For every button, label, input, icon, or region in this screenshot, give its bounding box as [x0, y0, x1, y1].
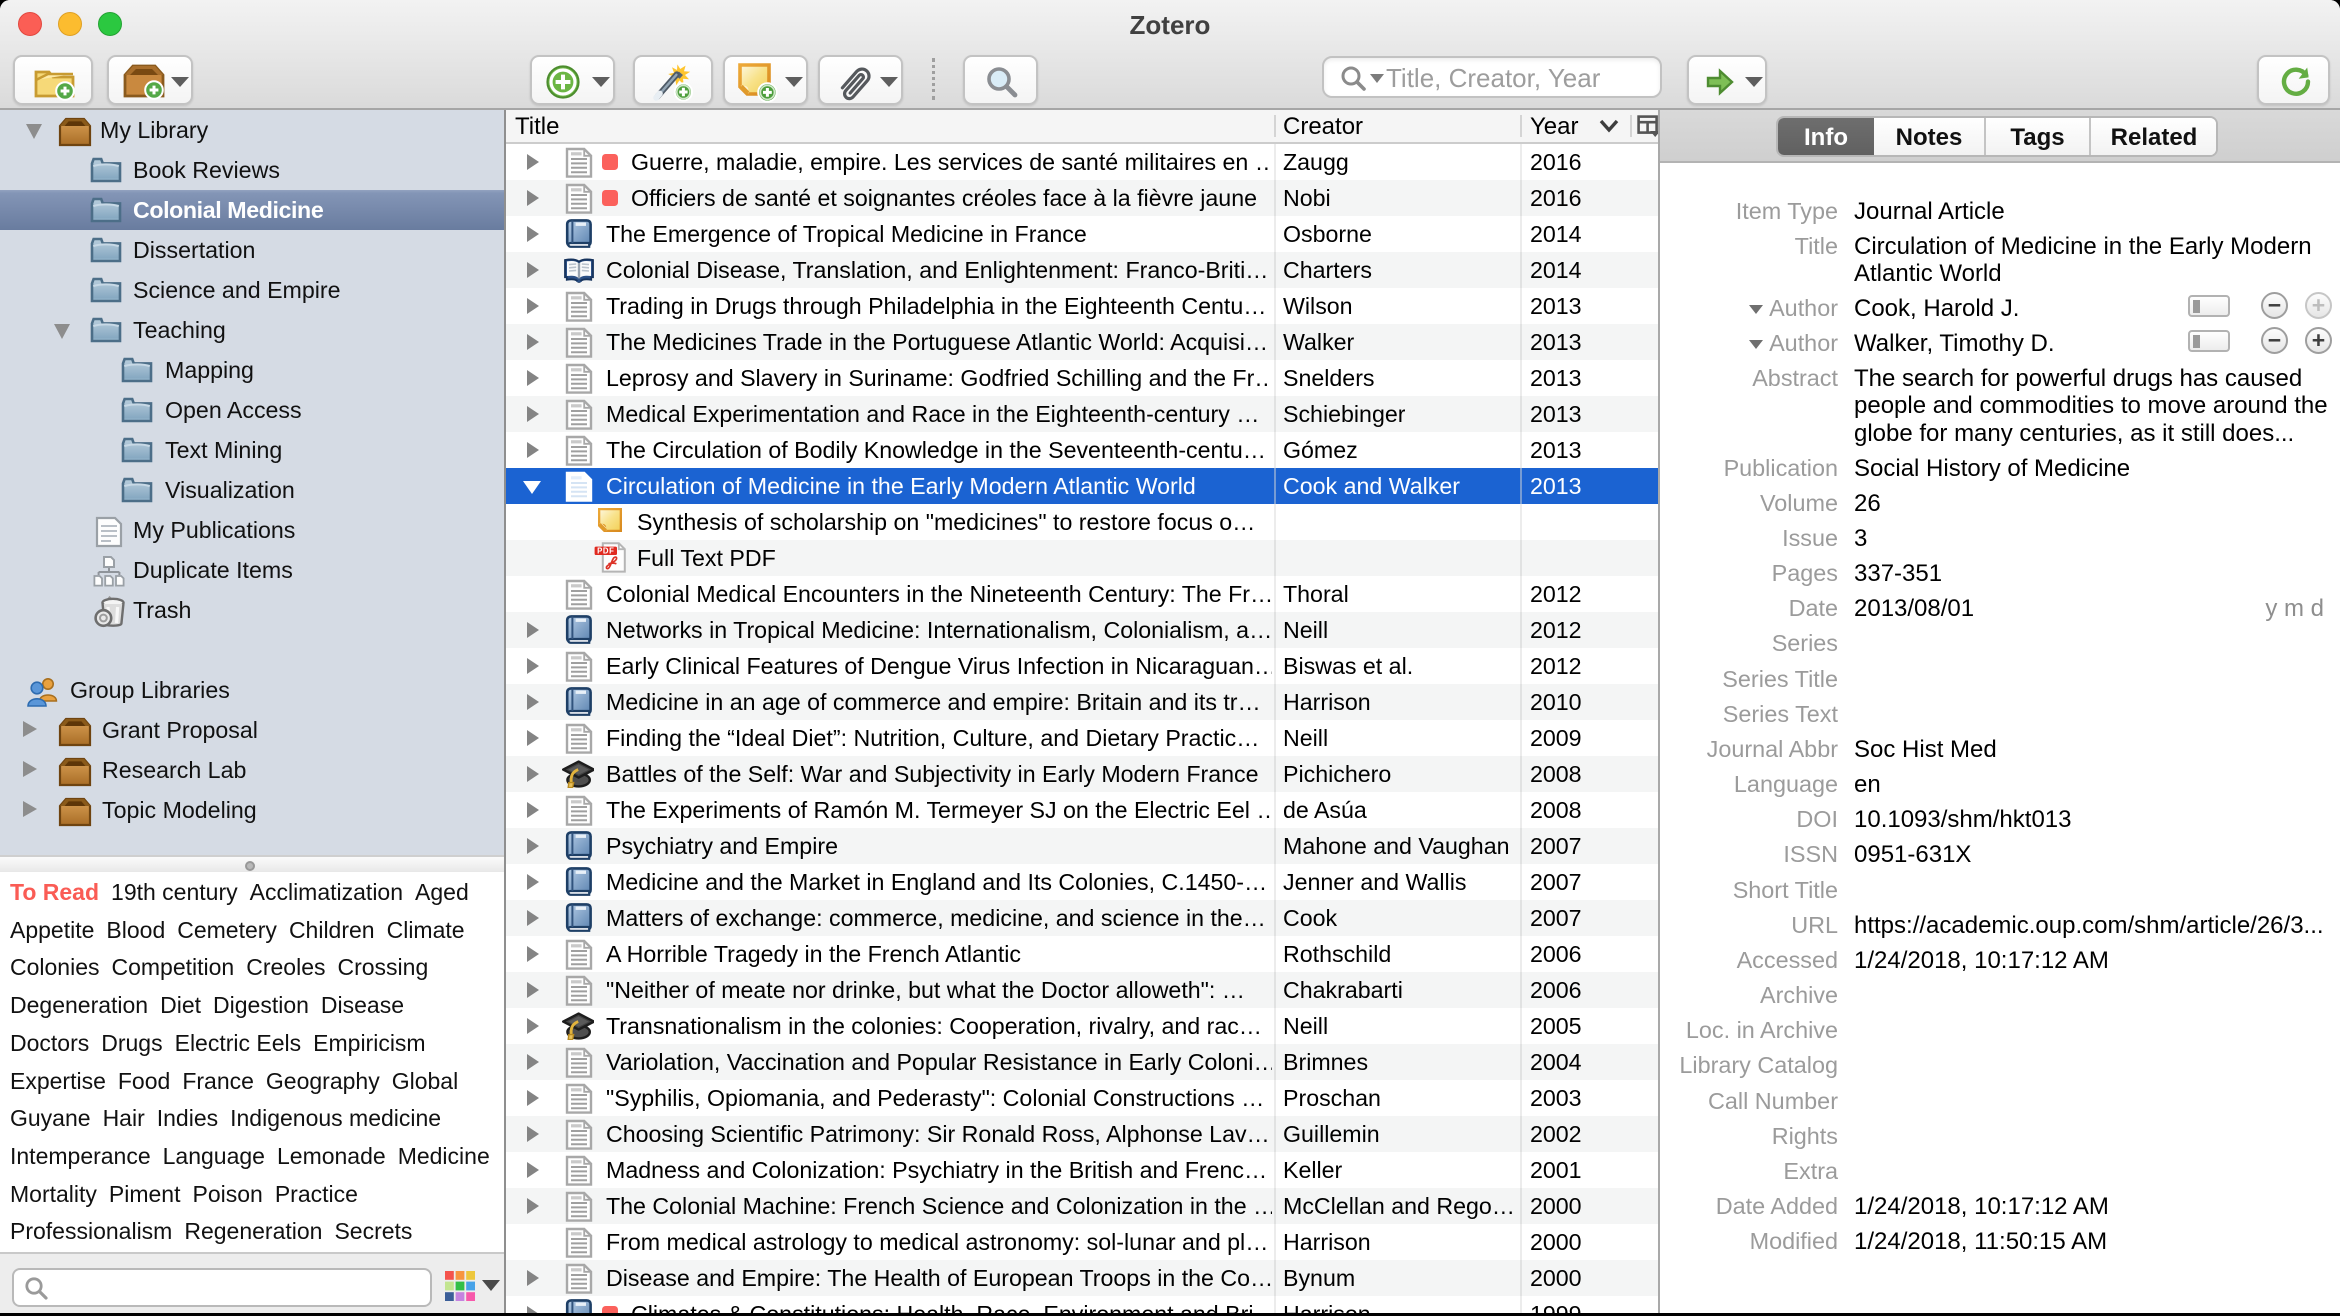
svg-text:PDF: PDF	[597, 547, 614, 556]
